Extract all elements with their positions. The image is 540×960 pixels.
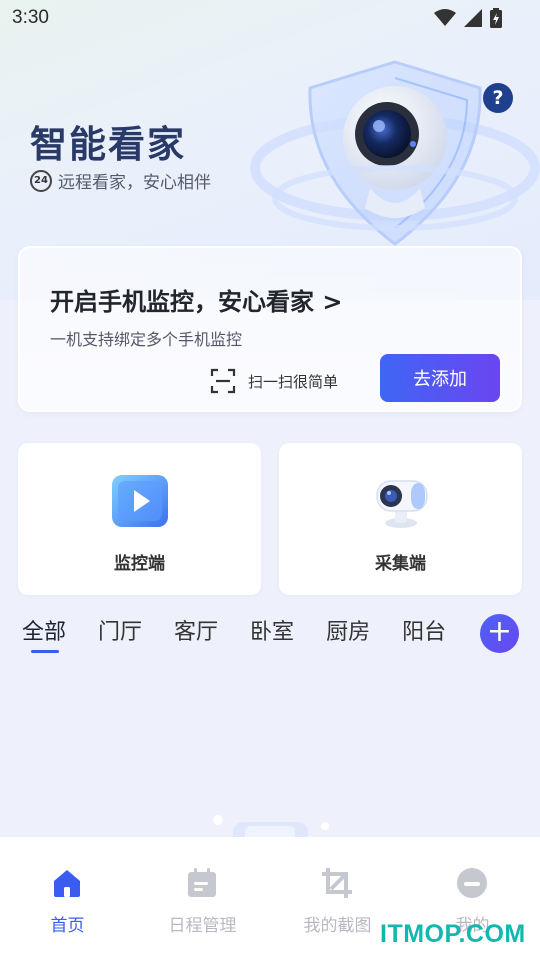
app-subtitle: 24 远程看家，安心相伴 xyxy=(30,168,211,193)
tab-living-room[interactable]: 客厅 xyxy=(174,614,218,654)
monitor-tile[interactable]: 监控端 xyxy=(18,443,261,595)
24-hour-icon: 24 xyxy=(30,169,52,192)
add-device-button[interactable]: 去添加 xyxy=(380,354,500,402)
scan-icon xyxy=(210,368,236,394)
nav-home[interactable]: 首页 xyxy=(0,837,135,960)
monitor-play-icon xyxy=(112,475,168,527)
crop-icon xyxy=(322,868,352,898)
add-monitor-card[interactable]: 开启手机监控，安心看家 > 一机支持绑定多个手机监控 扫一扫很简单 去添加 xyxy=(18,246,522,412)
app-title: 智能看家 xyxy=(30,123,186,166)
subtitle-text: 远程看家，安心相伴 xyxy=(58,173,211,193)
status-icons xyxy=(434,8,502,28)
tab-all[interactable]: 全部 xyxy=(22,614,66,654)
tab-bedroom[interactable]: 卧室 xyxy=(250,614,294,654)
battery-icon xyxy=(490,8,502,28)
card-title[interactable]: 开启手机监控，安心看家 > xyxy=(50,282,342,317)
tab-kitchen[interactable]: 厨房 xyxy=(326,614,370,654)
nav-schedule-label: 日程管理 xyxy=(168,916,237,936)
tab-foyer[interactable]: 门厅 xyxy=(98,614,142,654)
camera-icon xyxy=(376,480,428,528)
help-button[interactable]: ? xyxy=(483,83,513,113)
room-tabs: 全部 门厅 客厅 卧室 厨房 阳台 xyxy=(22,614,478,654)
calendar-icon xyxy=(188,868,216,897)
monitor-tile-label: 监控端 xyxy=(114,554,165,574)
signal-icon xyxy=(464,9,482,27)
card-description: 一机支持绑定多个手机监控 xyxy=(50,330,243,349)
home-icon xyxy=(54,870,80,897)
profile-icon xyxy=(457,868,487,898)
collector-tile[interactable]: 采集端 xyxy=(279,443,522,595)
status-time: 3:30 xyxy=(12,7,49,28)
camera-shield-illustration xyxy=(250,60,540,246)
scan-label: 扫一扫很简单 xyxy=(248,372,339,391)
nav-schedule[interactable]: 日程管理 xyxy=(135,837,270,960)
add-room-button[interactable]: + xyxy=(480,614,519,653)
watermark: ITMOP.COM xyxy=(380,920,526,948)
status-bar: 3:30 xyxy=(0,0,540,36)
nav-home-label: 首页 xyxy=(50,916,85,936)
tab-balcony[interactable]: 阳台 xyxy=(402,614,446,654)
collector-tile-label: 采集端 xyxy=(375,554,426,574)
scan-hint[interactable]: 扫一扫很简单 xyxy=(210,368,338,394)
wifi-icon xyxy=(434,9,456,26)
